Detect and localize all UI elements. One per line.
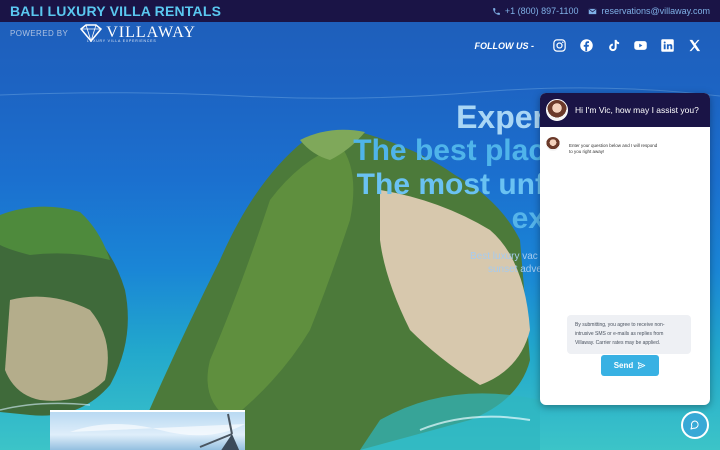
- logo-tagline: LUXURY VILLA EXPERIENCES: [87, 39, 157, 43]
- phone-number: +1 (800) 897-1100: [504, 6, 579, 16]
- agent-avatar-small: [546, 137, 560, 151]
- linkedin-icon[interactable]: [660, 38, 675, 53]
- social-links: FOLLOW US -: [475, 38, 703, 53]
- phone-link[interactable]: +1 (800) 897-1100: [492, 6, 579, 16]
- subtitle-line-2: sunset adve: [488, 264, 542, 275]
- agent-avatar: [546, 99, 568, 121]
- x-icon[interactable]: [687, 38, 702, 53]
- consent-notice: By submitting, you agree to receive non-…: [567, 315, 691, 354]
- chat-widget: Hi I'm Vic, how may I assist you? Enter …: [540, 93, 710, 405]
- chat-launcher-button[interactable]: [681, 411, 709, 439]
- featured-image-card[interactable]: [50, 410, 245, 450]
- hero-subtitle: Best luxury vac sunset adve: [470, 250, 542, 276]
- email-icon: [589, 8, 597, 14]
- send-button[interactable]: Send: [601, 355, 659, 376]
- email-address: reservations@villaway.com: [601, 6, 710, 16]
- facebook-icon[interactable]: [579, 38, 594, 53]
- send-icon: [638, 362, 646, 369]
- site-title[interactable]: BALI LUXURY VILLA RENTALS: [10, 3, 221, 19]
- headline-line-1: Exper: [456, 99, 545, 135]
- email-link[interactable]: reservations@villaway.com: [588, 6, 710, 16]
- subtitle-line-1: Best luxury vac: [470, 251, 538, 262]
- chat-greeting: Hi I'm Vic, how may I assist you?: [575, 105, 699, 115]
- chat-header: Hi I'm Vic, how may I assist you?: [540, 93, 710, 127]
- send-label: Send: [613, 361, 634, 370]
- hero-headline: Exper The best plac The most unf ex: [353, 100, 545, 236]
- follow-us-label: FOLLOW US -: [474, 40, 535, 51]
- top-bar: BALI LUXURY VILLA RENTALS +1 (800) 897-1…: [0, 0, 720, 22]
- tiktok-icon[interactable]: [606, 38, 621, 53]
- contact-info: +1 (800) 897-1100 reservations@villaway.…: [492, 6, 710, 16]
- instagram-icon[interactable]: [552, 38, 567, 53]
- headline-line-3: The most unf: [356, 168, 545, 201]
- phone-icon: [492, 7, 500, 15]
- windmill-image: [70, 413, 245, 450]
- powered-by-label: POWERED BY: [10, 28, 69, 38]
- headline-line-2: The best plac: [353, 134, 545, 167]
- message-text: Enter your question below and I will res…: [569, 143, 658, 154]
- youtube-icon[interactable]: [633, 38, 648, 53]
- chat-bubble-icon: [690, 420, 699, 430]
- headline-line-4: ex: [511, 202, 545, 235]
- chat-message: Enter your question below and I will res…: [546, 137, 665, 157]
